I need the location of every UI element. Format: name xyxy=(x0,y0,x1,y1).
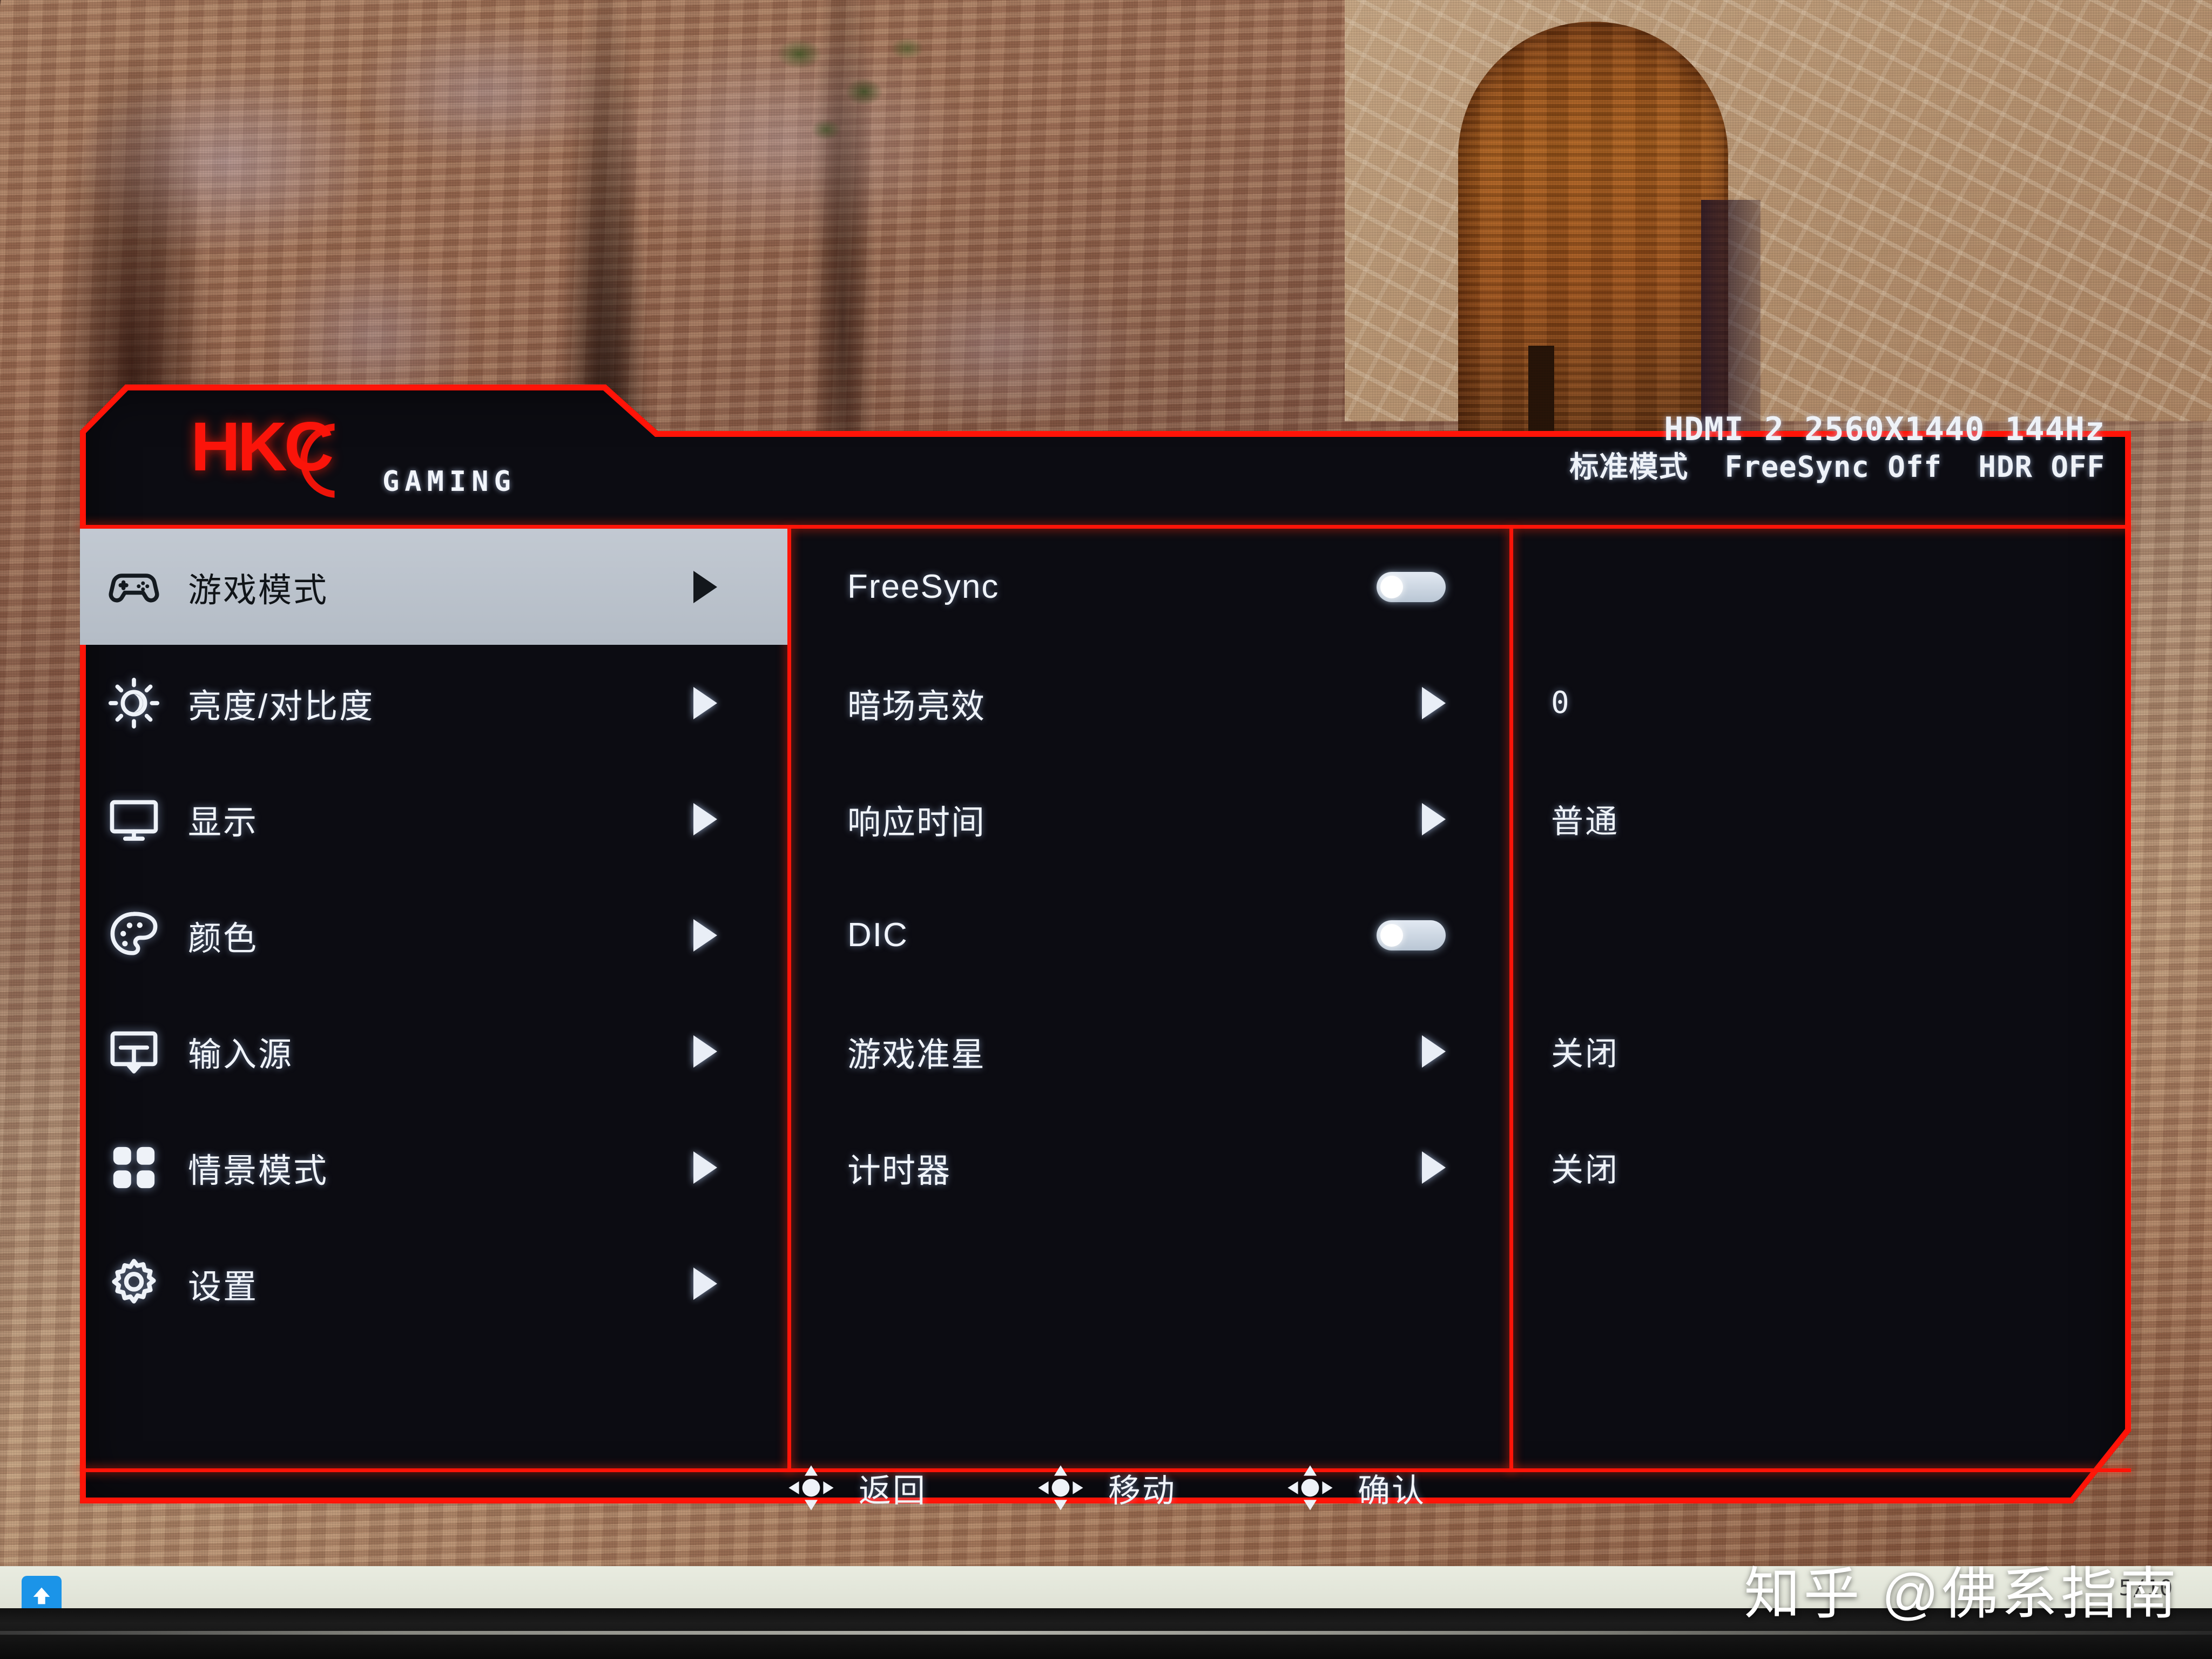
dic-toggle[interactable] xyxy=(1377,920,1446,950)
monitor-icon xyxy=(80,790,188,848)
column-divider-right xyxy=(1509,529,1513,1472)
value-text: 0 xyxy=(1551,685,1571,720)
footer-button-back[interactable]: 返回 xyxy=(785,1462,927,1514)
chevron-right-icon xyxy=(1422,686,1446,719)
option-label: 响应时间 xyxy=(847,804,986,841)
sidebar-item-color[interactable]: 颜色 xyxy=(80,877,787,993)
osd-header: HKC GAMING HDMI 2 2560X1440 144Hz 标准模式 F… xyxy=(80,385,2131,525)
option-row-response-time[interactable]: 响应时间 xyxy=(791,761,1509,877)
signal-info: HDMI 2 2560X1440 144Hz 标准模式 FreeSync Off… xyxy=(1569,410,2105,484)
chevron-right-icon xyxy=(693,1267,717,1300)
footer-button-label: 移动 xyxy=(1108,1472,1176,1509)
monitor-bezel-highlight xyxy=(0,1631,2212,1635)
sidebar-item-game-mode[interactable]: 游戏模式 xyxy=(80,529,787,645)
gamepad-icon xyxy=(80,557,188,617)
value-row-response-time: 普通 xyxy=(1513,761,2131,877)
brightness-icon xyxy=(80,674,188,732)
value-text: 关闭 xyxy=(1551,1152,1619,1188)
value-row-timer: 关闭 xyxy=(1513,1109,2131,1225)
value-text: 普通 xyxy=(1551,804,1619,840)
cliff-vegetation xyxy=(778,32,940,167)
freesync-toggle[interactable] xyxy=(1377,571,1446,602)
sidebar-item-label: 设置 xyxy=(188,1268,259,1306)
freesync-status-label: FreeSync Off xyxy=(1724,450,1942,484)
sidebar-item-label: 颜色 xyxy=(188,920,259,957)
sidebar-item-label: 情景模式 xyxy=(188,1152,329,1190)
sidebar-item-label: 亮度/对比度 xyxy=(188,687,375,725)
value-row-dark-boost: 0 xyxy=(1513,645,2131,761)
toggle-knob xyxy=(1380,923,1403,947)
value-row-dic xyxy=(1513,877,2131,993)
sidebar-item-label: 输入源 xyxy=(188,1036,294,1074)
footer-button-move[interactable]: 移动 xyxy=(1035,1462,1176,1514)
sidebar-item-display[interactable]: 显示 xyxy=(80,761,787,877)
header-divider xyxy=(80,525,2131,529)
chevron-right-icon xyxy=(693,686,717,719)
osd-content: HKC GAMING HDMI 2 2560X1440 144Hz 标准模式 F… xyxy=(80,385,2131,1510)
footer-button-confirm[interactable]: 确认 xyxy=(1284,1462,1426,1514)
value-text: 关闭 xyxy=(1551,1036,1619,1072)
preset-mode-label: 标准模式 xyxy=(1569,450,1689,484)
chevron-right-icon xyxy=(693,1151,717,1184)
signal-resolution: HDMI 2 2560X1440 144Hz xyxy=(1664,410,2105,448)
option-row-dark-boost[interactable]: 暗场亮效 xyxy=(791,645,1509,761)
option-label: 计时器 xyxy=(847,1152,952,1190)
input-source-icon xyxy=(80,1022,188,1081)
option-row-crosshair[interactable]: 游戏准星 xyxy=(791,993,1509,1109)
option-label: 游戏准星 xyxy=(847,1036,986,1074)
signal-status-line: 标准模式 FreeSync Off HDR OFF xyxy=(1569,450,2105,484)
option-label: DIC xyxy=(847,916,908,954)
toggle-knob xyxy=(1380,575,1403,598)
column-divider-left xyxy=(787,529,791,1472)
dpad-icon xyxy=(1038,1465,1083,1510)
sidebar-item-settings[interactable]: 设置 xyxy=(80,1225,787,1341)
chevron-right-icon xyxy=(693,570,717,603)
footer-button-label: 返回 xyxy=(859,1472,927,1509)
value-row-freesync xyxy=(1513,529,2131,645)
dpad-icon xyxy=(788,1465,834,1510)
sidebar-menu: 游戏模式 亮度/对比度 显示 颜色 输入源 情景模式 设置 xyxy=(80,529,787,1468)
options-list: FreeSync 暗场亮效 响应时间 DIC 游戏准星 计时器 xyxy=(791,529,1509,1468)
monitor-photo-stage: HKC GAMING HDMI 2 2560X1440 144Hz 标准模式 F… xyxy=(0,0,2212,1659)
chevron-right-icon xyxy=(1422,802,1446,835)
chevron-right-icon xyxy=(693,1035,717,1068)
sidebar-item-label: 显示 xyxy=(188,804,259,841)
footer-button-label: 确认 xyxy=(1358,1472,1426,1509)
grid-tiles-icon xyxy=(80,1139,188,1196)
sidebar-item-brightness-contrast[interactable]: 亮度/对比度 xyxy=(80,645,787,761)
chevron-right-icon xyxy=(693,919,717,952)
sidebar-item-input-source[interactable]: 输入源 xyxy=(80,993,787,1109)
zhihu-watermark: 知乎 @佛系指南 xyxy=(1744,1563,2180,1626)
option-row-timer[interactable]: 计时器 xyxy=(791,1109,1509,1225)
option-label: 暗场亮效 xyxy=(847,687,986,725)
chevron-right-icon xyxy=(1422,1151,1446,1184)
hdr-status-label: HDR OFF xyxy=(1978,450,2105,484)
chevron-right-icon xyxy=(693,802,717,835)
option-row-freesync[interactable]: FreeSync xyxy=(791,529,1509,645)
value-row-crosshair: 关闭 xyxy=(1513,993,2131,1109)
option-label: FreeSync xyxy=(847,568,1000,605)
values-column: 0 普通 关闭 关闭 xyxy=(1513,529,2131,1468)
chevron-right-icon xyxy=(1422,1035,1446,1068)
gaming-subtitle: GAMING xyxy=(382,466,516,498)
osd-footer-hints: 返回 移动 确认 xyxy=(80,1465,2131,1510)
hkc-logo-ring xyxy=(300,423,335,498)
sidebar-item-scene-mode[interactable]: 情景模式 xyxy=(80,1109,787,1225)
dpad-icon xyxy=(1287,1465,1333,1510)
sidebar-item-label: 游戏模式 xyxy=(188,571,329,609)
option-row-dic[interactable]: DIC xyxy=(791,877,1509,993)
gear-icon xyxy=(80,1254,188,1313)
palette-icon xyxy=(80,906,188,965)
